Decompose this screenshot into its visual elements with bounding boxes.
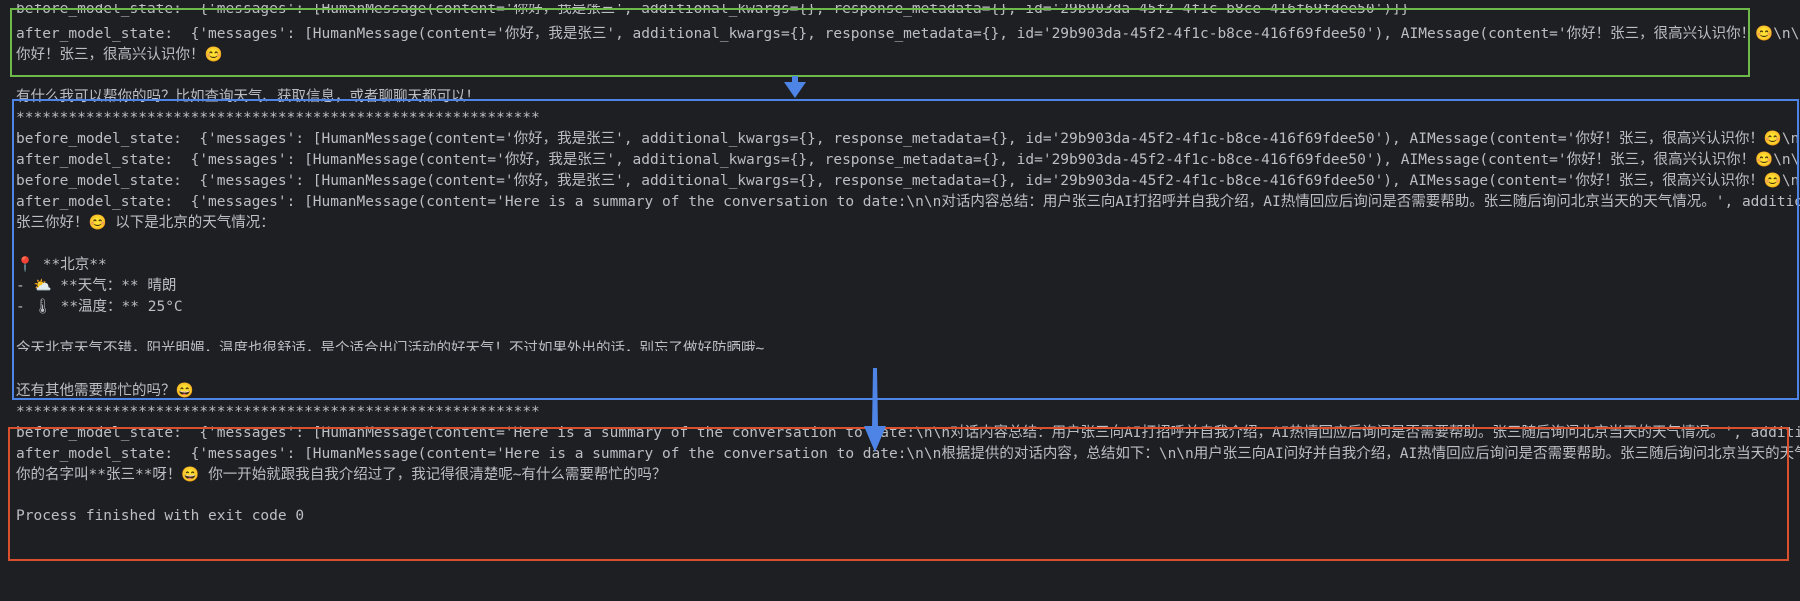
console-line-name-answer: 你的名字叫**张三**呀！😄 你一开始就跟我自我介绍过了，我记得很清楚呢~有什么… [16, 467, 667, 483]
console-line-separator-2: ****************************************… [16, 404, 540, 420]
console-line-weather-location: 📍 **北京** [16, 257, 107, 273]
console-line-ai-offer-help: 有什么我可以帮你的吗？比如查询天气、获取信息，或者聊聊天都可以！ [16, 89, 480, 105]
console-line-before-model-state-2: before_model_state: {'messages': [HumanM… [16, 131, 1800, 147]
console-line-separator-1: ****************************************… [16, 110, 540, 126]
console-line-after-model-state-2: after_model_state: {'messages': [HumanMe… [16, 152, 1800, 168]
console-line-weather-temperature: - 🌡 **温度：** 25°C [16, 299, 183, 315]
run-console-output[interactable]: before_model_state: {'messages': [HumanM… [0, 0, 1800, 601]
console-line-weather-summary: 今天北京天气不错，阳光明媚，温度也很舒适，是个适合出门活动的好天气！不过如果外出… [16, 341, 765, 351]
console-line-after-model-state-4: after_model_state: {'messages': [HumanMe… [16, 446, 1800, 462]
console-line-before-model-state-4: before_model_state: {'messages': [HumanM… [16, 425, 1800, 441]
console-line-weather-condition: - ⛅ **天气：** 晴朗 [16, 278, 177, 294]
console-line-after-model-state-3: after_model_state: {'messages': [HumanMe… [16, 194, 1800, 210]
console-line-before-model-state-3: before_model_state: {'messages': [HumanM… [16, 173, 1800, 189]
console-line-after-model-state-1: after_model_state: {'messages': [HumanMe… [16, 26, 1800, 42]
console-line-before-model-state-1: before_model_state: {'messages': [HumanM… [16, 4, 1410, 17]
console-line-anything-else: 还有其他需要帮忙的吗？😄 [16, 383, 194, 399]
console-line-ai-greeting: 你好！张三，很高兴认识你！😊 [16, 47, 223, 63]
console-line-process-finished: Process finished with exit code 0 [16, 508, 305, 524]
console-line-weather-intro: 张三你好！😊 以下是北京的天气情况： [16, 215, 275, 231]
